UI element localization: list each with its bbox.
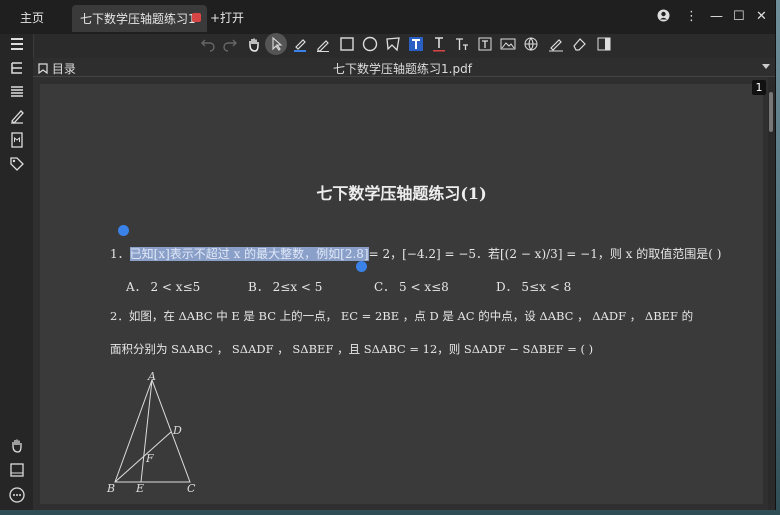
sign-icon[interactable] [546, 34, 566, 54]
document-filename: 七下数学压轴题练习1.pdf [333, 62, 472, 76]
link-icon[interactable] [521, 34, 541, 54]
document-filename-wrap: 七下数学压轴题练习1.pdf [0, 60, 775, 77]
maximize-icon[interactable]: ☐ [733, 9, 745, 24]
question-1-rest: = 2，[−4.2] = −5．若[(2 − x)/3] = −1，则 x 的取… [368, 247, 722, 261]
label-b: B [106, 482, 115, 495]
scrollbar-thumb[interactable] [769, 92, 773, 132]
select-tool-icon[interactable] [265, 33, 287, 55]
reading-mode-icon[interactable] [9, 462, 25, 478]
label-a: A [147, 370, 156, 383]
highlight-pen-icon[interactable] [290, 34, 310, 54]
close-tab-icon[interactable] [192, 13, 201, 22]
text-underline-icon[interactable] [429, 34, 449, 54]
tab-document-label: 七下数学压轴题练习1 [80, 12, 196, 26]
more-menu-icon[interactable]: ⋮ [685, 9, 698, 24]
selection-start-handle[interactable] [118, 225, 129, 236]
question-2-line-2: 面积分别为 SΔABC ， SΔADF ， SΔBEF ，且 SΔABC = 1… [110, 342, 594, 356]
ellipse-icon[interactable] [360, 34, 380, 54]
annotations-icon[interactable] [9, 108, 25, 124]
hand-tool-icon[interactable] [244, 34, 264, 54]
title-bar: 主页 七下数学压轴题练习1 +打开 ⋮ — ☐ ✕ [0, 0, 775, 34]
app-window: 主页 七下数学压轴题练习1 +打开 ⋮ — ☐ ✕ ‹ [0, 0, 776, 510]
triangle-figure: A B C D E F [106, 370, 196, 495]
page-title: 七下数学压轴题练习(1) [316, 184, 487, 203]
label-d: D [172, 424, 182, 437]
minimize-icon[interactable]: — [710, 9, 723, 24]
account-icon[interactable] [657, 9, 670, 26]
panel-toggle-icon[interactable] [594, 34, 614, 54]
redo-icon[interactable] [220, 34, 240, 54]
question-2-line-1: 2．如图，在 ΔABC 中 E 是 BC 上的一点， EC = 2BE ，点 D… [110, 309, 694, 323]
hand-icon[interactable] [9, 437, 25, 453]
thumbnails-icon[interactable] [9, 36, 25, 52]
pdf-page[interactable]: 七下数学压轴题练习(1) 1．已知[x]表示不超过 x 的最大整数，例如[2.8… [40, 84, 763, 504]
list-icon[interactable] [9, 84, 25, 100]
document-menu-caret-icon[interactable] [762, 64, 770, 69]
selection-end-handle[interactable] [356, 261, 367, 272]
tab-home[interactable]: 主页 [20, 9, 44, 26]
polygon-icon[interactable] [383, 34, 403, 54]
pencil-icon[interactable] [313, 34, 333, 54]
eraser-icon[interactable] [569, 34, 589, 54]
text-box-icon[interactable] [406, 34, 426, 54]
open-file-button[interactable]: +打开 [210, 9, 244, 26]
tag-icon[interactable] [9, 156, 25, 172]
tab-document[interactable]: 七下数学压轴题练习1 [72, 5, 207, 32]
q1-option-d: D． 5≤x < 8 [496, 280, 572, 294]
close-window-icon[interactable]: ✕ [756, 9, 767, 24]
label-c: C [187, 482, 196, 495]
bookmark-doc-icon[interactable] [9, 132, 25, 148]
question-1-number: 1． [110, 247, 130, 261]
text-strike-icon[interactable] [452, 34, 472, 54]
vertical-scrollbar[interactable] [768, 84, 774, 504]
textfield-icon[interactable] [475, 34, 495, 54]
page-number-badge: 1 [752, 80, 766, 95]
undo-icon[interactable] [198, 34, 218, 54]
q1-option-a: A． 2 < x≤5 [126, 280, 201, 294]
selected-text[interactable]: 已知[x]表示不超过 x 的最大整数，例如[2.8] [129, 247, 369, 261]
rectangle-icon[interactable] [337, 34, 357, 54]
more-options-icon[interactable] [9, 487, 25, 503]
label-e: E [135, 482, 144, 495]
image-icon[interactable] [498, 34, 518, 54]
q1-option-b: B． 2≤x < 5 [248, 280, 323, 294]
q1-option-c: C． 5 < x≤8 [374, 280, 449, 294]
label-f: F [145, 452, 154, 465]
question-1[interactable]: 1．已知[x]表示不超过 x 的最大整数，例如[2.8]= 2，[−4.2] =… [110, 245, 721, 262]
